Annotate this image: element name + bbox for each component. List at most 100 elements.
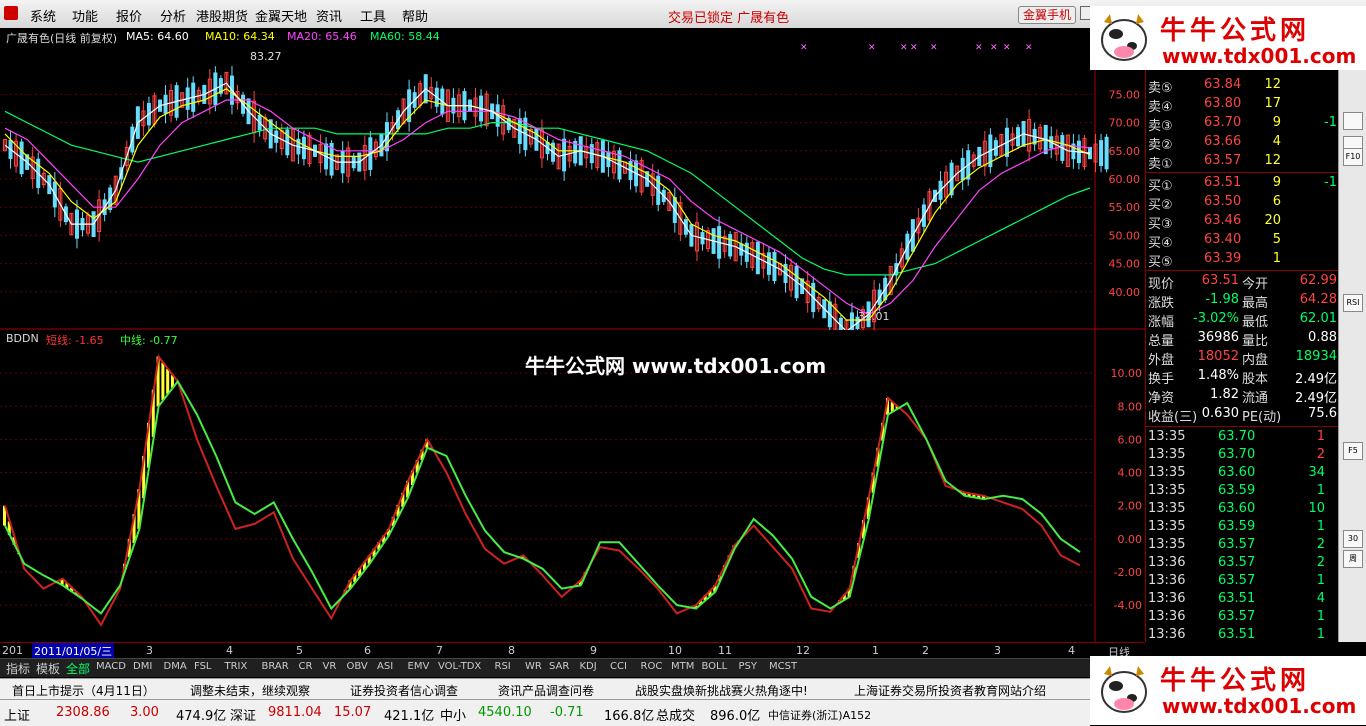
tick-row[interactable]: 13:36 63.57 2 bbox=[1146, 554, 1339, 573]
month-tick: 4 bbox=[226, 644, 233, 657]
stat-row[interactable]: 净资 1.82 流通 2.49亿 bbox=[1146, 386, 1339, 406]
bid-price: 63.50 bbox=[1204, 194, 1242, 209]
tab-trix[interactable]: TRIX bbox=[225, 661, 248, 672]
tick-time: 13:35 bbox=[1148, 447, 1186, 462]
tab-cci[interactable]: CCI bbox=[610, 661, 627, 672]
ask-row[interactable]: 卖⑤ 63.84 12 bbox=[1146, 76, 1339, 96]
price-y-tick: 65.00 bbox=[1109, 145, 1141, 158]
stat-label: 涨幅 bbox=[1148, 315, 1175, 330]
bid-row[interactable]: 买⑤ 63.39 1 bbox=[1146, 250, 1339, 270]
ask-row[interactable]: 卖① 63.57 12 bbox=[1146, 152, 1339, 172]
index-name[interactable]: 上证 bbox=[4, 705, 30, 724]
total-volume-label: 总成交 bbox=[656, 709, 696, 724]
ask-row[interactable]: 卖④ 63.80 17 bbox=[1146, 95, 1339, 115]
menu-tools[interactable]: 工具 bbox=[360, 6, 386, 25]
tick-row[interactable]: 13:36 63.51 4 bbox=[1146, 590, 1339, 609]
tab-cr[interactable]: CR bbox=[299, 661, 313, 672]
tab-vr[interactable]: VR bbox=[323, 661, 337, 672]
index-name[interactable]: 中小 bbox=[440, 705, 466, 724]
tab-boll[interactable]: BOLL bbox=[702, 661, 728, 672]
news-item[interactable]: 调整未结束，继续观察 bbox=[190, 682, 310, 699]
stat-row[interactable]: 现价 63.51 今开 62.99 bbox=[1146, 272, 1339, 292]
tab-全部[interactable]: 全部 bbox=[66, 660, 90, 677]
menu-analysis[interactable]: 分析 bbox=[160, 6, 186, 25]
menu-quote[interactable]: 报价 bbox=[116, 6, 142, 25]
index-name[interactable]: 深证 bbox=[230, 705, 256, 724]
news-item[interactable]: 首日上市提示（4月11日） bbox=[12, 682, 155, 699]
week-icon[interactable]: 周 bbox=[1343, 550, 1363, 568]
tab-sar[interactable]: SAR bbox=[549, 661, 569, 672]
menu-help[interactable]: 帮助 bbox=[402, 6, 428, 25]
tab-指标[interactable]: 指标 bbox=[6, 660, 30, 677]
indicator-y-tick: 4.00 bbox=[1118, 467, 1143, 480]
tab-mcst[interactable]: MCST bbox=[769, 661, 797, 672]
tab-vol-tdx[interactable]: VOL-TDX bbox=[438, 661, 481, 672]
tab-brar[interactable]: BRAR bbox=[262, 661, 289, 672]
tab-wr[interactable]: WR bbox=[525, 661, 542, 672]
stat-row[interactable]: 收益(三) 0.630 PE(动) 75.6 bbox=[1146, 405, 1339, 425]
tick-row[interactable]: 13:35 63.59 1 bbox=[1146, 482, 1339, 501]
tab-emv[interactable]: EMV bbox=[408, 661, 430, 672]
menu-system[interactable]: 系统 bbox=[30, 6, 56, 25]
news-item[interactable]: 资讯产品调查问卷 bbox=[498, 682, 594, 699]
bid-row[interactable]: 买③ 63.46 20 bbox=[1146, 212, 1339, 232]
tab-dma[interactable]: DMA bbox=[164, 661, 187, 672]
tab-roc[interactable]: ROC bbox=[641, 661, 663, 672]
price-chart[interactable]: ✕ ✕ ✕ ✕ ✕ ✕ ✕ ✕ ✕ 75.0070.0065.0060.0055.0050.00… bbox=[0, 28, 1145, 330]
logo-url-text: www.tdx001.com bbox=[1162, 44, 1357, 68]
bid-row[interactable]: 买④ 63.40 5 bbox=[1146, 231, 1339, 251]
tab-psy[interactable]: PSY bbox=[739, 661, 758, 672]
tick-row[interactable]: 13:35 63.60 34 bbox=[1146, 464, 1339, 483]
menu-news[interactable]: 资讯 bbox=[316, 6, 342, 25]
trade-lock-status: 交易已锁定 广晟有色 bbox=[668, 7, 789, 26]
gold-phone-button[interactable]: 金翼手机 bbox=[1018, 6, 1077, 24]
indicator-y-tick: -2.00 bbox=[1114, 566, 1142, 579]
stat-row[interactable]: 总量 36986 量比 0.88 bbox=[1146, 329, 1339, 349]
mid-line-label: 中线: -0.77 bbox=[120, 334, 178, 347]
bid-row[interactable]: 买② 63.50 6 bbox=[1146, 193, 1339, 213]
month-tick: 4 bbox=[1068, 644, 1075, 657]
tab-dmi[interactable]: DMI bbox=[133, 661, 152, 672]
bid-volume: 6 bbox=[1272, 194, 1281, 209]
tab-kdj[interactable]: KDJ bbox=[580, 661, 597, 672]
news-item[interactable]: 战股实盘焕新挑战赛火热角逐中! bbox=[635, 682, 808, 699]
tool-icon[interactable] bbox=[1343, 112, 1363, 130]
f10-icon[interactable]: F10 bbox=[1343, 148, 1363, 166]
ma20-label: MA20: 65.46 bbox=[287, 30, 357, 43]
tick-row[interactable]: 13:36 63.51 1 bbox=[1146, 626, 1339, 645]
stat-row[interactable]: 涨幅 -3.02% 最低 62.01 bbox=[1146, 310, 1339, 330]
tick-price: 63.60 bbox=[1218, 501, 1256, 516]
tick-row[interactable]: 13:35 63.70 2 bbox=[1146, 446, 1339, 465]
stat-row[interactable]: 外盘 18052 内盘 18934 bbox=[1146, 348, 1339, 368]
rsi-icon[interactable]: RSI bbox=[1343, 294, 1363, 312]
ask-price: 63.80 bbox=[1204, 96, 1242, 111]
menu-jinyi[interactable]: 金翼天地 bbox=[255, 6, 307, 25]
menu-hk-futures[interactable]: 港股期货 bbox=[196, 6, 248, 25]
bid-row[interactable]: 买① 63.51 9 -1 bbox=[1146, 174, 1339, 194]
stat-row[interactable]: 换手 1.48% 股本 2.49亿 bbox=[1146, 367, 1339, 387]
tab-rsi[interactable]: RSI bbox=[495, 661, 511, 672]
tick-row[interactable]: 13:36 63.57 1 bbox=[1146, 572, 1339, 591]
tick-time: 13:35 bbox=[1148, 483, 1186, 498]
tick-row[interactable]: 13:36 63.57 1 bbox=[1146, 608, 1339, 627]
tick-row[interactable]: 13:35 63.70 1 bbox=[1146, 428, 1339, 447]
tab-mtm[interactable]: MTM bbox=[671, 661, 694, 672]
news-item[interactable]: 证券投资者信心调查 bbox=[350, 682, 458, 699]
tab-obv[interactable]: OBV bbox=[347, 661, 368, 672]
tick-row[interactable]: 13:35 63.60 10 bbox=[1146, 500, 1339, 519]
ask-row[interactable]: 卖② 63.66 4 bbox=[1146, 133, 1339, 153]
period-30-icon[interactable]: 30 bbox=[1343, 530, 1363, 548]
menu-function[interactable]: 功能 bbox=[72, 6, 98, 25]
tab-asi[interactable]: ASI bbox=[377, 661, 393, 672]
stat-row[interactable]: 涨跌 -1.98 最高 64.28 bbox=[1146, 291, 1339, 311]
tick-row[interactable]: 13:35 63.57 2 bbox=[1146, 536, 1339, 555]
tab-模板[interactable]: 模板 bbox=[36, 660, 60, 677]
news-item[interactable]: 上海证券交易所投资者教育网站介绍 bbox=[854, 682, 1046, 699]
tab-macd[interactable]: MACD bbox=[96, 661, 126, 672]
f5-icon[interactable]: F5 bbox=[1343, 442, 1363, 460]
ask-level-label: 卖④ bbox=[1148, 100, 1173, 115]
tick-row[interactable]: 13:35 63.59 1 bbox=[1146, 518, 1339, 537]
ask-row[interactable]: 卖③ 63.70 9 -1 bbox=[1146, 114, 1339, 134]
tab-fsl[interactable]: FSL bbox=[194, 661, 212, 672]
app-icon[interactable] bbox=[4, 6, 18, 20]
